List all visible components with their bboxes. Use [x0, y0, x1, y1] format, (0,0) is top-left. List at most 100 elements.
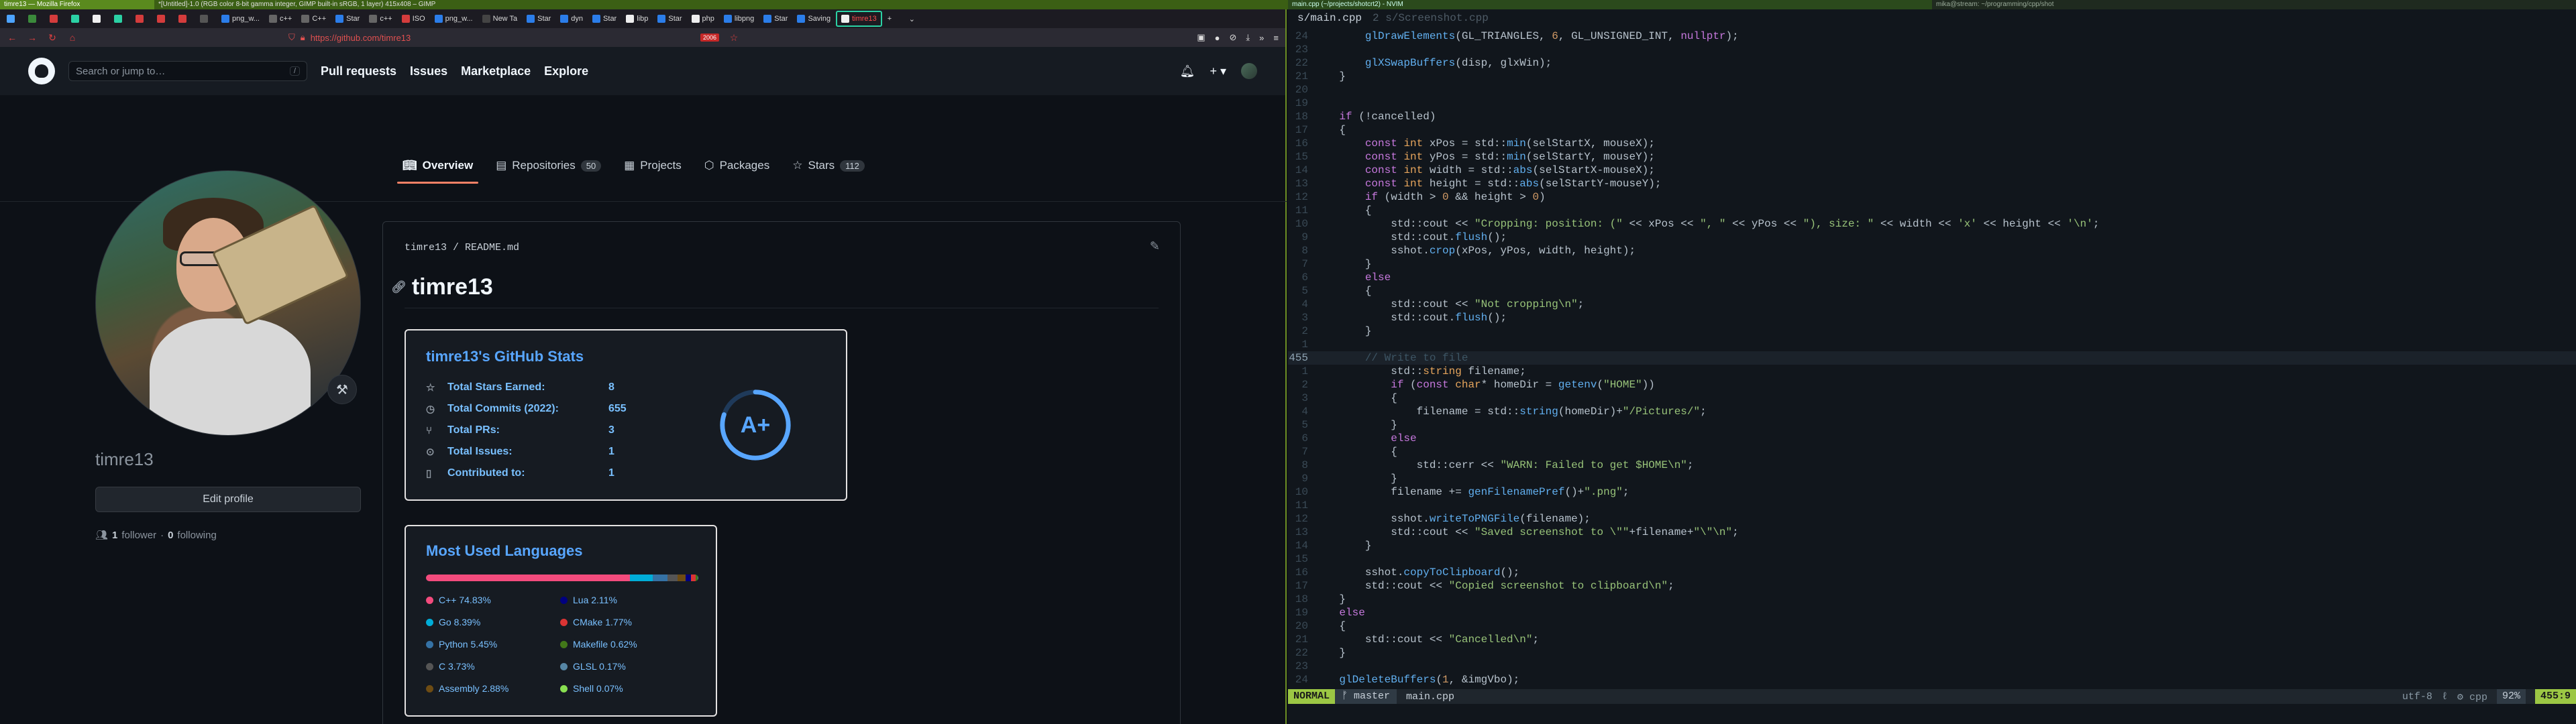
lock-icon[interactable]: 🔒︎ [301, 32, 305, 43]
code-line[interactable]: 19 [1288, 97, 2576, 110]
edit-pencil-icon[interactable]: ✎ [1150, 239, 1160, 253]
readme-file[interactable]: README [465, 242, 501, 253]
tab-stars[interactable]: ☆ Stars 112 [792, 150, 865, 181]
browser-tab[interactable]: C++ [297, 11, 330, 27]
code-line[interactable]: 8 sshot.crop(xPos, yPos, width, height); [1288, 244, 2576, 257]
browser-tab[interactable]: Star [331, 11, 364, 27]
shield-icon[interactable]: ⛉ [288, 32, 295, 43]
code-line[interactable]: 18 if (!cancelled) [1288, 110, 2576, 123]
code-line[interactable]: 17 std::cout << "Copied screenshot to cl… [1288, 579, 2576, 593]
code-line[interactable]: 4 filename = std::string(homeDir)+"/Pict… [1288, 405, 2576, 418]
code-line[interactable]: 13 std::cout << "Saved screenshot to \""… [1288, 526, 2576, 539]
browser-tab[interactable] [174, 11, 195, 27]
new-tab-icon[interactable]: + [883, 11, 904, 27]
menu-icon[interactable]: ≡ [1273, 33, 1279, 43]
code-line[interactable]: 21 } [1288, 70, 2576, 83]
code-line[interactable]: 9 std::cout.flush(); [1288, 231, 2576, 244]
url-bar[interactable]: ⛉ 🔒︎ https://github.com/timre13 [288, 32, 691, 43]
readme-user[interactable]: timre13 [405, 242, 447, 253]
browser-tab[interactable]: libpng [720, 11, 758, 27]
languages-card[interactable]: Most Used Languages C++ 74.83% Go 8.39% Py… [405, 525, 717, 717]
nvim-window-title[interactable]: main.cpp (~/projects/shotcrt2) - NVIM [1288, 0, 1932, 9]
overflow-icon[interactable]: » [1259, 33, 1264, 43]
browser-tab[interactable]: c++ [365, 11, 396, 27]
home-icon[interactable]: ⌂ [67, 32, 78, 43]
github-logo-icon[interactable] [28, 58, 55, 84]
terminal-window-title[interactable]: mika@stream: ~/programming/cpp/shot [1932, 0, 2576, 9]
blocker-icon[interactable]: ⊘ [1230, 32, 1237, 43]
browser-tab[interactable] [46, 11, 66, 27]
code-line[interactable]: 6 else [1288, 432, 2576, 445]
code-line[interactable]: 12 sshot.writeToPNGFile(filename); [1288, 512, 2576, 526]
browser-tab[interactable] [153, 11, 173, 27]
browser-tab[interactable]: libp [622, 11, 652, 27]
browser-tab-active[interactable]: timre13 [836, 11, 882, 27]
code-line[interactable]: 1 std::string filename; [1288, 365, 2576, 378]
extension-badge[interactable]: 2006 [700, 34, 720, 42]
code-line[interactable]: 13 const int height = std::abs(selStartY… [1288, 177, 2576, 190]
code-line[interactable]: 18 } [1288, 593, 2576, 606]
tab-repositories[interactable]: ▤ Repositories 50 [496, 150, 602, 181]
nvim-cmdline[interactable] [1288, 707, 2576, 724]
browser-tab[interactable]: New Ta [478, 11, 521, 27]
code-line[interactable]: 3 { [1288, 391, 2576, 405]
code-line[interactable]: 5 } [1288, 418, 2576, 432]
browser-tab[interactable]: Star [653, 11, 686, 27]
github-stats-card[interactable]: timre13's GitHub Stats ☆ Total Stars Earn… [405, 329, 847, 501]
code-line[interactable]: 8 std::cerr << "WARN: Failed to get $HOM… [1288, 459, 2576, 472]
browser-tab[interactable] [67, 11, 87, 27]
browser-tab[interactable] [196, 11, 216, 27]
downloads-icon[interactable]: ⤓ [1246, 32, 1250, 43]
code-line[interactable]: 22 } [1288, 646, 2576, 660]
user-menu-avatar[interactable] [1241, 63, 1257, 79]
code-line[interactable]: 23 [1288, 660, 2576, 673]
code-line[interactable]: 23 [1288, 43, 2576, 56]
code-line[interactable]: 2 } [1288, 324, 2576, 338]
browser-tab[interactable] [89, 11, 109, 27]
code-line[interactable]: 15 const int yPos = std::min(selStartY, … [1288, 150, 2576, 164]
notifications-bell-icon[interactable]: 🔔︎ [1180, 64, 1195, 78]
following-count[interactable]: 0 [168, 530, 173, 541]
browser-tab[interactable]: ISO [398, 11, 429, 27]
code-line[interactable]: 10 std::cout << "Cropping: position: (" … [1288, 217, 2576, 231]
url-text[interactable]: https://github.com/timre13 [311, 33, 411, 43]
code-line[interactable]: 6 else [1288, 271, 2576, 284]
extension-icon[interactable]: ▣ [1197, 32, 1205, 43]
code-line[interactable]: 1 [1288, 338, 2576, 351]
account-icon[interactable]: ● [1215, 33, 1220, 43]
followers-label[interactable]: follower [121, 530, 156, 541]
tab-overview[interactable]: 📖︎ Overview [396, 150, 479, 184]
code-line[interactable]: 24 glDeleteBuffers(1, &imgVbo); [1288, 673, 2576, 686]
code-line[interactable]: 24 glDrawElements(GL_TRIANGLES, 6, GL_UN… [1288, 29, 2576, 43]
browser-tab[interactable]: Star [588, 11, 621, 27]
browser-tab[interactable] [24, 11, 44, 27]
browser-tab[interactable]: php [688, 11, 718, 27]
tab-projects[interactable]: ▦ Projects [624, 150, 681, 181]
forward-icon[interactable]: → [27, 32, 38, 43]
anchor-link-icon[interactable]: 🔗︎ [391, 280, 407, 294]
code-line[interactable]: 9 } [1288, 472, 2576, 485]
code-line[interactable]: 3 std::cout.flush(); [1288, 311, 2576, 324]
nav-issues[interactable]: Issues [410, 64, 447, 78]
following-label[interactable]: following [177, 530, 216, 541]
browser-tab[interactable]: c++ [265, 11, 296, 27]
code-line[interactable]: 15 [1288, 552, 2576, 566]
browser-tab[interactable]: png_w... [217, 11, 264, 27]
browser-tab[interactable]: Star [523, 11, 555, 27]
browser-tab[interactable]: dyn [556, 11, 587, 27]
other-buffer[interactable]: 2 s/Screenshot.cpp [1373, 12, 1489, 24]
code-line[interactable]: 7 { [1288, 445, 2576, 459]
code-line[interactable]: 5 { [1288, 284, 2576, 298]
code-line[interactable]: 19 else [1288, 606, 2576, 619]
edit-profile-button[interactable]: Edit profile [95, 487, 361, 512]
code-line[interactable]: 4 std::cout << "Not cropping\n"; [1288, 298, 2576, 311]
code-line[interactable]: 14 } [1288, 539, 2576, 552]
code-line-current[interactable]: 455 // Write to file [1288, 351, 2576, 365]
gimp-window-title[interactable]: *[Untitled]-1.0 (RGB color 8-bit gamma i… [154, 0, 1288, 9]
current-file-path[interactable]: s/main.cpp [1297, 12, 1362, 24]
firefox-window-title[interactable]: timre13 — Mozilla Firefox [0, 0, 154, 9]
back-icon[interactable]: ← [7, 32, 17, 43]
browser-tab[interactable] [110, 11, 130, 27]
followers-count[interactable]: 1 [112, 530, 117, 541]
browser-tab[interactable] [3, 11, 23, 27]
